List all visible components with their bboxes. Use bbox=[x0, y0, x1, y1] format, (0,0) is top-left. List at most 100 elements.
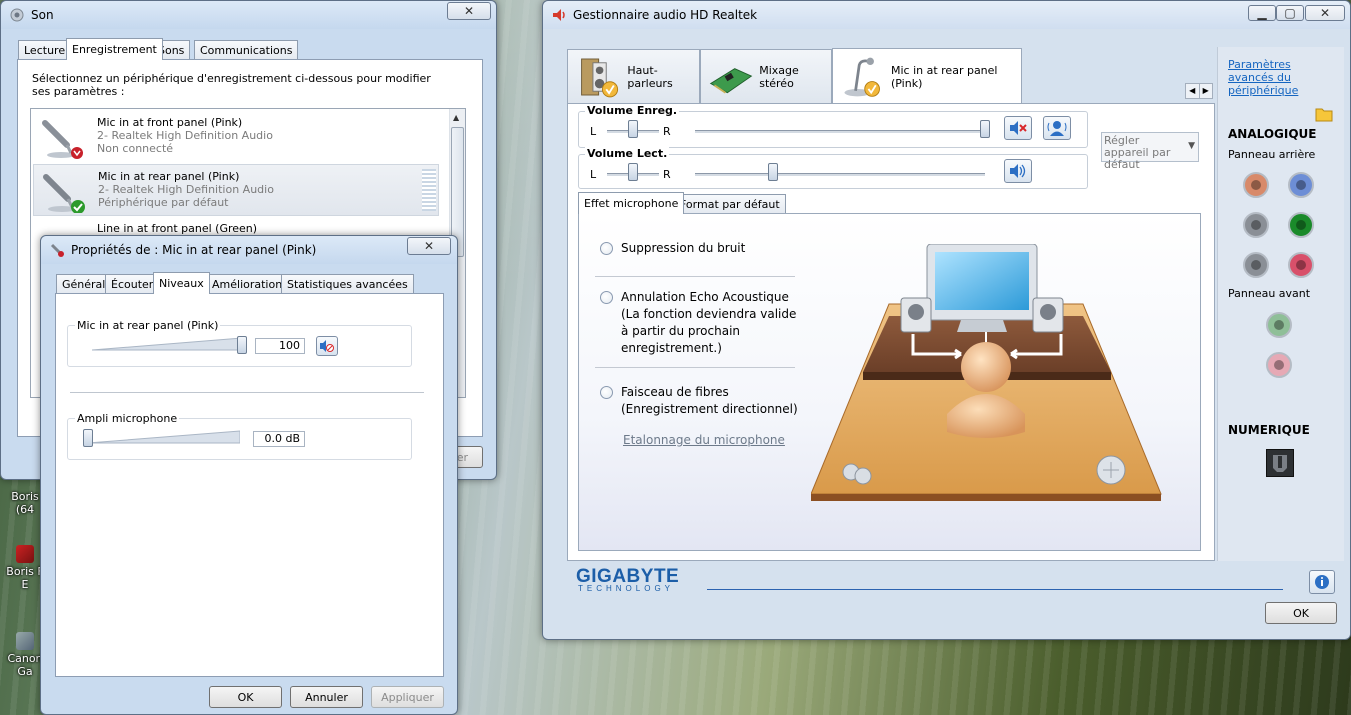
properties-titlebar[interactable]: Propriétés de : Mic in at rear panel (Pi… bbox=[41, 236, 457, 264]
ok-button[interactable]: OK bbox=[209, 686, 282, 708]
speaker-icon bbox=[1010, 164, 1026, 178]
microphone-icon bbox=[43, 174, 85, 213]
tab-enregistrement[interactable]: Enregistrement bbox=[66, 38, 163, 60]
microphone-person-icon bbox=[1047, 121, 1067, 136]
level-label: Mic in at rear panel (Pink) bbox=[75, 319, 221, 332]
level-meter bbox=[422, 169, 436, 211]
tab-statistiques[interactable]: Statistiques avancées bbox=[281, 274, 414, 294]
boost-value-field[interactable]: 0.0 dB bbox=[253, 431, 305, 447]
tab-label: Général bbox=[62, 278, 106, 291]
monitor-mic-button[interactable] bbox=[1043, 116, 1071, 140]
tab-general[interactable]: Général bbox=[56, 274, 112, 294]
tab-scroll-arrows[interactable]: ◀ ▶ bbox=[1185, 83, 1213, 99]
rec-volume-label: Volume Enreg. bbox=[585, 104, 680, 117]
maximize-button[interactable]: ▢ bbox=[1276, 5, 1304, 21]
tab-label: Mixage stéréo bbox=[759, 63, 799, 90]
level-value-field[interactable]: 100 bbox=[255, 338, 305, 354]
button-label: er bbox=[456, 450, 468, 464]
properties-title: Propriétés de : Mic in at rear panel (Pi… bbox=[71, 243, 317, 257]
mute-rec-button[interactable] bbox=[1004, 116, 1032, 140]
play-speaker-button[interactable] bbox=[1004, 159, 1032, 183]
jack-rear-pink[interactable] bbox=[1288, 252, 1314, 278]
digital-port-icon[interactable] bbox=[1266, 449, 1294, 477]
close-button[interactable]: ✕ bbox=[407, 237, 451, 255]
boost-slider-thumb[interactable] bbox=[83, 429, 93, 447]
close-button[interactable]: ✕ bbox=[447, 2, 491, 20]
rec-volume-thumb[interactable] bbox=[980, 120, 990, 138]
cancel-button[interactable]: Annuler bbox=[290, 686, 363, 708]
speaker-muted-icon bbox=[1010, 121, 1027, 135]
tab-mixage-stereo[interactable]: Mixage stéréo bbox=[700, 49, 832, 103]
tab-label: Enregistrement bbox=[72, 43, 157, 56]
level-slider-thumb[interactable] bbox=[237, 336, 247, 354]
calibration-link[interactable]: Etalonnage du microphone bbox=[623, 433, 785, 447]
son-title: Son bbox=[31, 8, 54, 22]
arrow-right-icon[interactable]: ▶ bbox=[1198, 84, 1213, 98]
jack-rear-green[interactable] bbox=[1288, 212, 1314, 238]
close-button[interactable]: ✕ bbox=[1305, 5, 1345, 21]
tab-mic-rear[interactable]: Mic in at rear panel (Pink) bbox=[832, 48, 1022, 104]
list-item-rear-mic[interactable]: Mic in at rear panel (Pink) 2- Realtek H… bbox=[33, 164, 439, 216]
desktop-icon-label: Canon Ga bbox=[7, 652, 43, 678]
balance-right-label: R bbox=[663, 168, 671, 181]
tab-haut-parleurs[interactable]: Haut-parleurs bbox=[567, 49, 700, 103]
realtek-titlebar[interactable]: Gestionnaire audio HD Realtek bbox=[543, 1, 1350, 29]
tab-ecouter[interactable]: Écouter bbox=[105, 274, 160, 294]
level-wedge bbox=[92, 337, 242, 351]
tab-lecture[interactable]: Lecture bbox=[18, 40, 72, 60]
effect-panel: Suppression du bruit Annulation Echo Aco… bbox=[578, 213, 1201, 551]
jack-rear-blue[interactable] bbox=[1288, 172, 1314, 198]
list-item-front-mic[interactable]: Mic in at front panel (Pink) 2- Realtek … bbox=[33, 111, 439, 163]
speaker-red-icon bbox=[551, 7, 567, 23]
rear-panel-label: Panneau arrière bbox=[1228, 148, 1316, 161]
properties-dialog: Propriétés de : Mic in at rear panel (Pi… bbox=[40, 235, 458, 715]
radio-noise-suppression[interactable] bbox=[600, 242, 613, 255]
digital-heading: NUMERIQUE bbox=[1228, 423, 1310, 437]
son-titlebar[interactable]: Son bbox=[1, 1, 496, 29]
play-volume-track[interactable] bbox=[695, 173, 985, 176]
mute-toggle-button[interactable] bbox=[316, 336, 338, 356]
folder-icon[interactable] bbox=[1314, 105, 1334, 126]
minimize-icon: ▁ bbox=[1257, 6, 1267, 20]
tab-format-defaut[interactable]: Format par défaut bbox=[674, 194, 786, 214]
minimize-button[interactable]: ▁ bbox=[1248, 5, 1276, 21]
device-driver: 2- Realtek High Definition Audio bbox=[98, 183, 274, 196]
apply-button[interactable]: Appliquer bbox=[371, 686, 444, 708]
boost-group: Ampli microphone 0.0 dB bbox=[67, 412, 412, 460]
device-name: Mic in at front panel (Pink) bbox=[97, 116, 243, 129]
play-volume-thumb[interactable] bbox=[768, 163, 779, 181]
device-status: Périphérique par défaut bbox=[98, 196, 229, 209]
tab-label: Format par défaut bbox=[680, 198, 780, 211]
tab-communications[interactable]: Communications bbox=[194, 40, 299, 60]
tab-effet-microphone[interactable]: Effet microphone bbox=[578, 192, 685, 214]
jack-rear-gray-2[interactable] bbox=[1243, 252, 1269, 278]
advanced-settings-link[interactable]: Paramètres avancés du périphérique bbox=[1228, 58, 1338, 97]
jack-front-pink[interactable] bbox=[1266, 352, 1292, 378]
scroll-up-icon[interactable]: ▲ bbox=[453, 113, 459, 122]
divider bbox=[595, 276, 795, 277]
device-name: Line in at front panel (Green) bbox=[97, 222, 258, 235]
play-balance-thumb[interactable] bbox=[628, 163, 638, 181]
tab-niveaux[interactable]: Niveaux bbox=[153, 272, 210, 294]
ok-button[interactable]: OK bbox=[1265, 602, 1337, 624]
realtek-title: Gestionnaire audio HD Realtek bbox=[573, 8, 758, 22]
microphone-icon bbox=[844, 57, 880, 97]
divider bbox=[70, 392, 424, 393]
rec-volume-track[interactable] bbox=[695, 130, 985, 133]
jack-rear-gray[interactable] bbox=[1243, 212, 1269, 238]
tab-label: Haut-parleurs bbox=[627, 63, 673, 90]
radio-echo-cancellation[interactable] bbox=[600, 291, 613, 304]
arrow-left-icon[interactable]: ◀ bbox=[1186, 84, 1199, 98]
info-button[interactable] bbox=[1309, 570, 1335, 594]
info-icon bbox=[1315, 575, 1329, 589]
device-driver: 2- Realtek High Definition Audio bbox=[97, 129, 273, 142]
rec-balance-thumb[interactable] bbox=[628, 120, 638, 138]
balance-left-label: L bbox=[590, 168, 597, 181]
level-group: Mic in at rear panel (Pink) 100 bbox=[67, 319, 412, 367]
button-label: OK bbox=[1293, 606, 1309, 620]
play-volume-label: Volume Lect. bbox=[585, 147, 670, 160]
default-device-dropdown[interactable]: Régler appareil par défaut ▼ bbox=[1101, 132, 1199, 171]
radio-beamforming[interactable] bbox=[600, 386, 613, 399]
jack-rear-orange[interactable] bbox=[1243, 172, 1269, 198]
jack-front-green[interactable] bbox=[1266, 312, 1292, 338]
